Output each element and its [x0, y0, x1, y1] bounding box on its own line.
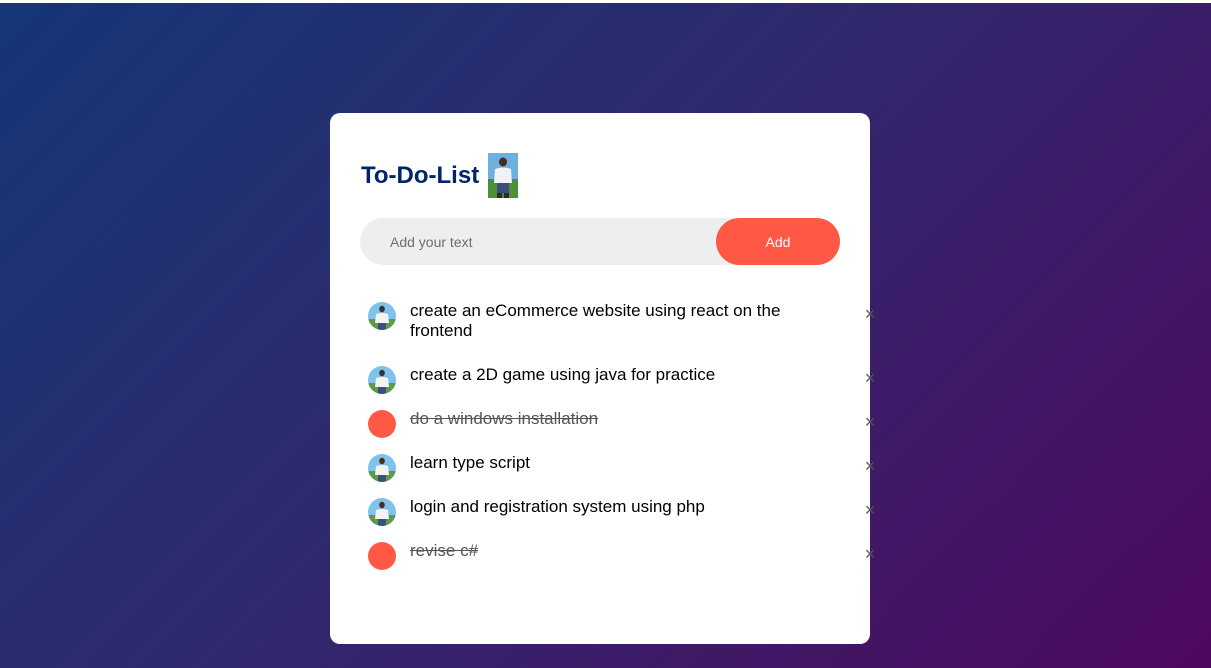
task-item[interactable]: create an eCommerce website using react …	[360, 298, 875, 341]
task-item[interactable]: learn type script ×	[360, 450, 875, 482]
avatar-icon[interactable]	[368, 366, 396, 394]
avatar-icon[interactable]	[368, 498, 396, 526]
app-title: To-Do-List	[361, 161, 480, 189]
checked-circle-icon[interactable]	[368, 410, 396, 438]
add-task-bar: Add	[360, 217, 840, 266]
task-item[interactable]: do a windows installation ×	[360, 406, 875, 438]
add-button[interactable]: Add	[716, 218, 840, 265]
avatar-icon[interactable]	[368, 454, 396, 482]
close-icon[interactable]: ×	[860, 500, 880, 520]
task-input[interactable]	[360, 217, 716, 266]
close-icon[interactable]: ×	[860, 456, 880, 476]
profile-photo-icon	[488, 153, 519, 198]
close-icon[interactable]: ×	[860, 304, 880, 324]
task-item[interactable]: login and registration system using php ×	[360, 494, 875, 526]
avatar-icon[interactable]	[368, 302, 396, 330]
task-text: create a 2D game using java for practice	[410, 365, 716, 384]
close-icon[interactable]: ×	[860, 368, 880, 388]
task-item[interactable]: create a 2D game using java for practice…	[360, 362, 875, 394]
checked-circle-icon[interactable]	[368, 542, 396, 570]
task-text: learn type script	[410, 453, 530, 472]
task-text: revise c#	[410, 541, 479, 560]
close-icon[interactable]: ×	[860, 544, 880, 564]
task-text: create an eCommerce website using react …	[410, 301, 781, 340]
todo-card: To-Do-List Add create an eCommerce websi…	[330, 113, 875, 644]
task-item[interactable]: revise c# ×	[360, 538, 875, 570]
task-text: do a windows installation	[410, 409, 599, 428]
task-text: login and registration system using php	[410, 497, 705, 516]
close-icon[interactable]: ×	[860, 412, 880, 432]
title-row: To-Do-List	[361, 153, 519, 198]
